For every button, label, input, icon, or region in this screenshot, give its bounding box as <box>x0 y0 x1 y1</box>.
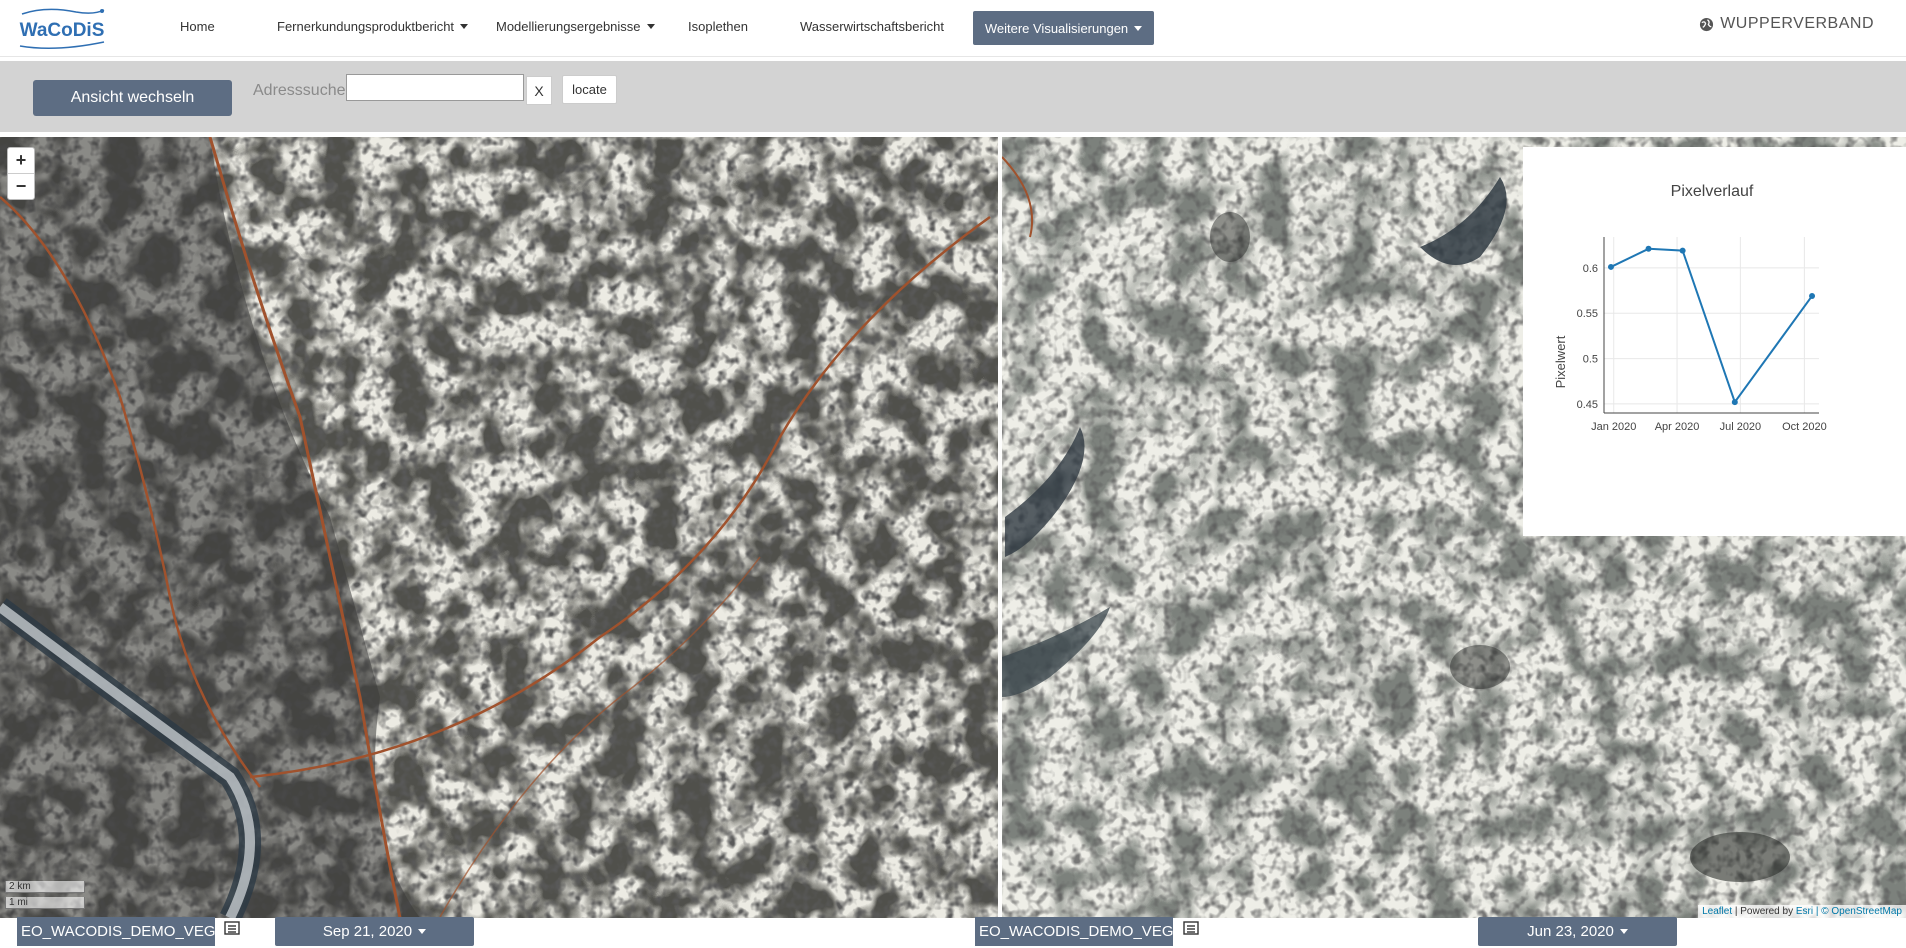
chart-x-tick-label: Apr 2020 <box>1655 421 1700 433</box>
map-attribution: Leaflet | Powered by Esri | © OpenStreet… <box>1698 905 1906 918</box>
esri-link[interactable]: Esri <box>1796 906 1813 917</box>
caret-down-icon <box>646 24 655 29</box>
chart-data-point[interactable] <box>1645 245 1652 252</box>
caret-down-icon <box>460 24 469 29</box>
chart-x-tick-label: Jan 2020 <box>1591 421 1636 433</box>
zoom-out-button[interactable]: − <box>8 173 34 199</box>
chart-title: Pixelverlauf <box>1671 183 1754 200</box>
chart-y-tick-label: 0.55 <box>1577 308 1598 320</box>
wacodis-logo[interactable]: WaCoDiS <box>16 6 108 50</box>
chart-data-point[interactable] <box>1731 399 1738 406</box>
wupperverband-brand[interactable]: WUPPERVERBAND <box>1699 15 1874 33</box>
chart-data-point[interactable] <box>1809 292 1816 299</box>
chart-y-tick-label: 0.6 <box>1583 263 1598 275</box>
pixel-history-panel: Pixelverlauf Pixelwert 0.45 0.5 0.55 0.6 Jan… <box>1523 147 1906 536</box>
address-search-input[interactable] <box>346 74 524 101</box>
zoom-control: + − <box>7 147 35 200</box>
openstreetmap-link[interactable]: | © OpenStreetMap <box>1816 906 1902 917</box>
left-date-dropdown[interactable]: Sep 21, 2020 <box>275 917 474 946</box>
layer-list-icon[interactable] <box>224 920 240 936</box>
map-view[interactable]: + − 2 km 1 mi Leaflet | Powered by Esri … <box>0 137 1906 918</box>
right-layer-label[interactable]: EO_WACODIS_DEMO_VEGETATION <box>975 917 1173 946</box>
chart-x-tick-label: Jul 2020 <box>1720 421 1762 433</box>
caret-down-icon <box>1134 25 1143 31</box>
nav-fernerkundungsproduktbericht[interactable]: Fernerkundungsproduktbericht <box>277 19 469 34</box>
caret-down-icon <box>1619 929 1628 934</box>
nav-isoplethen[interactable]: Isoplethen <box>688 19 748 34</box>
layer-list-icon[interactable] <box>1183 920 1199 936</box>
clear-search-button[interactable]: X <box>526 76 552 105</box>
zoom-in-button[interactable]: + <box>8 148 34 173</box>
scale-bar-km: 2 km <box>5 881 85 893</box>
chart-data-point[interactable] <box>1607 263 1614 270</box>
left-layer-label[interactable]: EO_WACODIS_DEMO_VEGETATION <box>17 917 215 946</box>
scale-bar-mi: 1 mi <box>5 897 85 909</box>
chart-y-tick-label: 0.45 <box>1577 399 1598 411</box>
nav-modellierungsergebnisse[interactable]: Modellierungsergebnisse <box>496 19 655 34</box>
powered-by-text: | Powered by <box>1734 906 1794 917</box>
top-navbar: WaCoDiS Home Fernerkundungsproduktberich… <box>0 0 1906 57</box>
caret-down-icon <box>418 929 427 934</box>
globe-icon <box>1700 17 1714 31</box>
chart-data-point[interactable] <box>1679 247 1686 254</box>
locate-button[interactable]: locate <box>562 75 617 104</box>
nav-wasserwirtschaftsbericht[interactable]: Wasserwirtschaftsbericht <box>800 19 944 34</box>
address-search-label: Adresssuche <box>253 82 346 99</box>
pixel-history-chart[interactable]: Pixelverlauf Pixelwert 0.45 0.5 0.55 0.6 Jan… <box>1523 147 1906 536</box>
toggle-view-button[interactable]: Ansicht wechseln <box>33 80 232 116</box>
search-toolbar: Ansicht wechseln Adresssuche X locate <box>0 61 1906 132</box>
chart-x-tick-label: Oct 2020 <box>1782 421 1827 433</box>
chart-series-line <box>1610 247 1813 405</box>
swipe-divider[interactable] <box>998 137 1002 918</box>
svg-text:WaCoDiS: WaCoDiS <box>20 20 105 41</box>
leaflet-link[interactable]: Leaflet <box>1702 906 1732 917</box>
chart-y-axis-label: Pixelwert <box>1553 335 1568 388</box>
nav-home[interactable]: Home <box>180 19 215 34</box>
chart-y-tick-label: 0.5 <box>1583 354 1598 366</box>
right-date-dropdown[interactable]: Jun 23, 2020 <box>1478 917 1677 946</box>
nav-weitere-visualisierungen[interactable]: Weitere Visualisierungen <box>973 11 1154 45</box>
